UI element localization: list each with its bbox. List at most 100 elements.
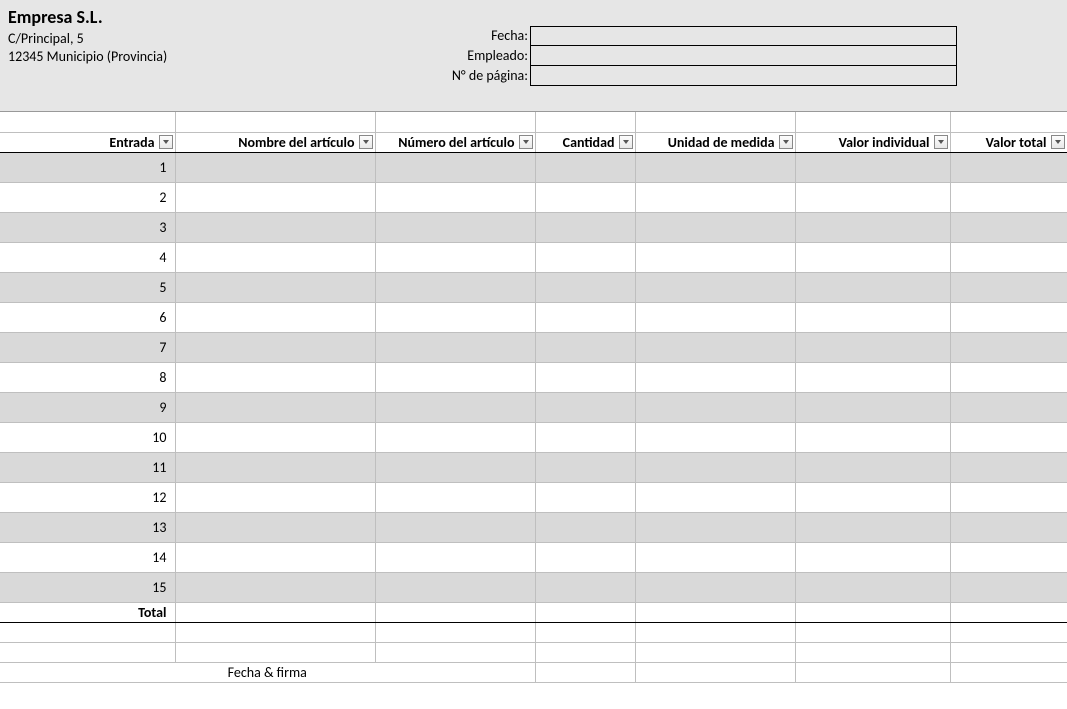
data-cell[interactable]	[375, 512, 535, 542]
data-cell[interactable]	[375, 182, 535, 212]
data-cell[interactable]	[635, 422, 795, 452]
data-cell[interactable]	[635, 332, 795, 362]
data-cell[interactable]	[375, 452, 535, 482]
data-cell[interactable]	[375, 542, 535, 572]
data-cell[interactable]	[375, 332, 535, 362]
col-cantidad[interactable]: Cantidad	[535, 132, 635, 152]
data-cell[interactable]	[635, 152, 795, 182]
data-cell[interactable]	[535, 572, 635, 602]
data-cell[interactable]	[535, 362, 635, 392]
data-cell[interactable]	[950, 452, 1067, 482]
data-cell[interactable]	[375, 572, 535, 602]
col-valor-ind[interactable]: Valor individual	[795, 132, 950, 152]
row-number-cell[interactable]: 12	[0, 482, 175, 512]
data-cell[interactable]	[950, 482, 1067, 512]
data-cell[interactable]	[535, 542, 635, 572]
data-cell[interactable]	[950, 422, 1067, 452]
data-cell[interactable]	[950, 572, 1067, 602]
filter-icon[interactable]	[519, 135, 533, 149]
data-cell[interactable]	[795, 152, 950, 182]
data-cell[interactable]	[535, 302, 635, 332]
data-cell[interactable]	[950, 392, 1067, 422]
data-cell[interactable]	[175, 332, 375, 362]
row-number-cell[interactable]: 11	[0, 452, 175, 482]
data-cell[interactable]	[375, 272, 535, 302]
data-cell[interactable]	[375, 482, 535, 512]
data-cell[interactable]	[950, 182, 1067, 212]
data-cell[interactable]	[635, 182, 795, 212]
data-cell[interactable]	[635, 482, 795, 512]
row-number-cell[interactable]: 1	[0, 152, 175, 182]
data-cell[interactable]	[535, 332, 635, 362]
data-cell[interactable]	[375, 152, 535, 182]
data-cell[interactable]	[795, 302, 950, 332]
data-cell[interactable]	[795, 452, 950, 482]
data-cell[interactable]	[795, 332, 950, 362]
col-numero[interactable]: Número del artículo	[375, 132, 535, 152]
data-cell[interactable]	[635, 212, 795, 242]
data-cell[interactable]	[535, 482, 635, 512]
row-number-cell[interactable]: 15	[0, 572, 175, 602]
data-cell[interactable]	[535, 422, 635, 452]
data-cell[interactable]	[175, 482, 375, 512]
row-number-cell[interactable]: 9	[0, 392, 175, 422]
data-cell[interactable]	[535, 392, 635, 422]
data-cell[interactable]	[950, 242, 1067, 272]
data-cell[interactable]	[535, 242, 635, 272]
data-cell[interactable]	[950, 332, 1067, 362]
data-cell[interactable]	[950, 362, 1067, 392]
data-cell[interactable]	[535, 452, 635, 482]
data-cell[interactable]	[795, 272, 950, 302]
data-cell[interactable]	[635, 392, 795, 422]
row-number-cell[interactable]: 4	[0, 242, 175, 272]
data-cell[interactable]	[175, 512, 375, 542]
data-cell[interactable]	[795, 512, 950, 542]
data-cell[interactable]	[175, 542, 375, 572]
data-cell[interactable]	[635, 242, 795, 272]
data-cell[interactable]	[950, 302, 1067, 332]
data-cell[interactable]	[635, 452, 795, 482]
data-cell[interactable]	[795, 422, 950, 452]
empleado-input[interactable]	[530, 46, 957, 66]
data-cell[interactable]	[175, 152, 375, 182]
data-cell[interactable]	[635, 302, 795, 332]
row-number-cell[interactable]: 7	[0, 332, 175, 362]
filter-icon[interactable]	[1051, 135, 1065, 149]
data-cell[interactable]	[175, 182, 375, 212]
data-cell[interactable]	[535, 512, 635, 542]
filter-icon[interactable]	[934, 135, 948, 149]
data-cell[interactable]	[795, 572, 950, 602]
data-cell[interactable]	[175, 422, 375, 452]
data-cell[interactable]	[795, 392, 950, 422]
filter-icon[interactable]	[779, 135, 793, 149]
data-cell[interactable]	[175, 362, 375, 392]
data-cell[interactable]	[795, 182, 950, 212]
data-cell[interactable]	[795, 242, 950, 272]
row-number-cell[interactable]: 13	[0, 512, 175, 542]
pagina-input[interactable]	[530, 66, 957, 86]
data-cell[interactable]	[175, 212, 375, 242]
data-cell[interactable]	[375, 362, 535, 392]
data-cell[interactable]	[635, 542, 795, 572]
data-cell[interactable]	[535, 182, 635, 212]
data-cell[interactable]	[535, 272, 635, 302]
filter-icon[interactable]	[359, 135, 373, 149]
filter-icon[interactable]	[619, 135, 633, 149]
data-cell[interactable]	[375, 302, 535, 332]
fecha-input[interactable]	[530, 26, 957, 46]
row-number-cell[interactable]: 8	[0, 362, 175, 392]
col-nombre[interactable]: Nombre del artículo	[175, 132, 375, 152]
data-cell[interactable]	[175, 392, 375, 422]
row-number-cell[interactable]: 10	[0, 422, 175, 452]
col-unidad[interactable]: Unidad de medida	[635, 132, 795, 152]
data-cell[interactable]	[950, 152, 1067, 182]
data-cell[interactable]	[950, 542, 1067, 572]
col-valor-tot[interactable]: Valor total	[950, 132, 1067, 152]
data-cell[interactable]	[795, 542, 950, 572]
row-number-cell[interactable]: 2	[0, 182, 175, 212]
data-cell[interactable]	[950, 212, 1067, 242]
col-entrada[interactable]: Entrada	[0, 132, 175, 152]
data-cell[interactable]	[635, 512, 795, 542]
data-cell[interactable]	[375, 422, 535, 452]
row-number-cell[interactable]: 14	[0, 542, 175, 572]
